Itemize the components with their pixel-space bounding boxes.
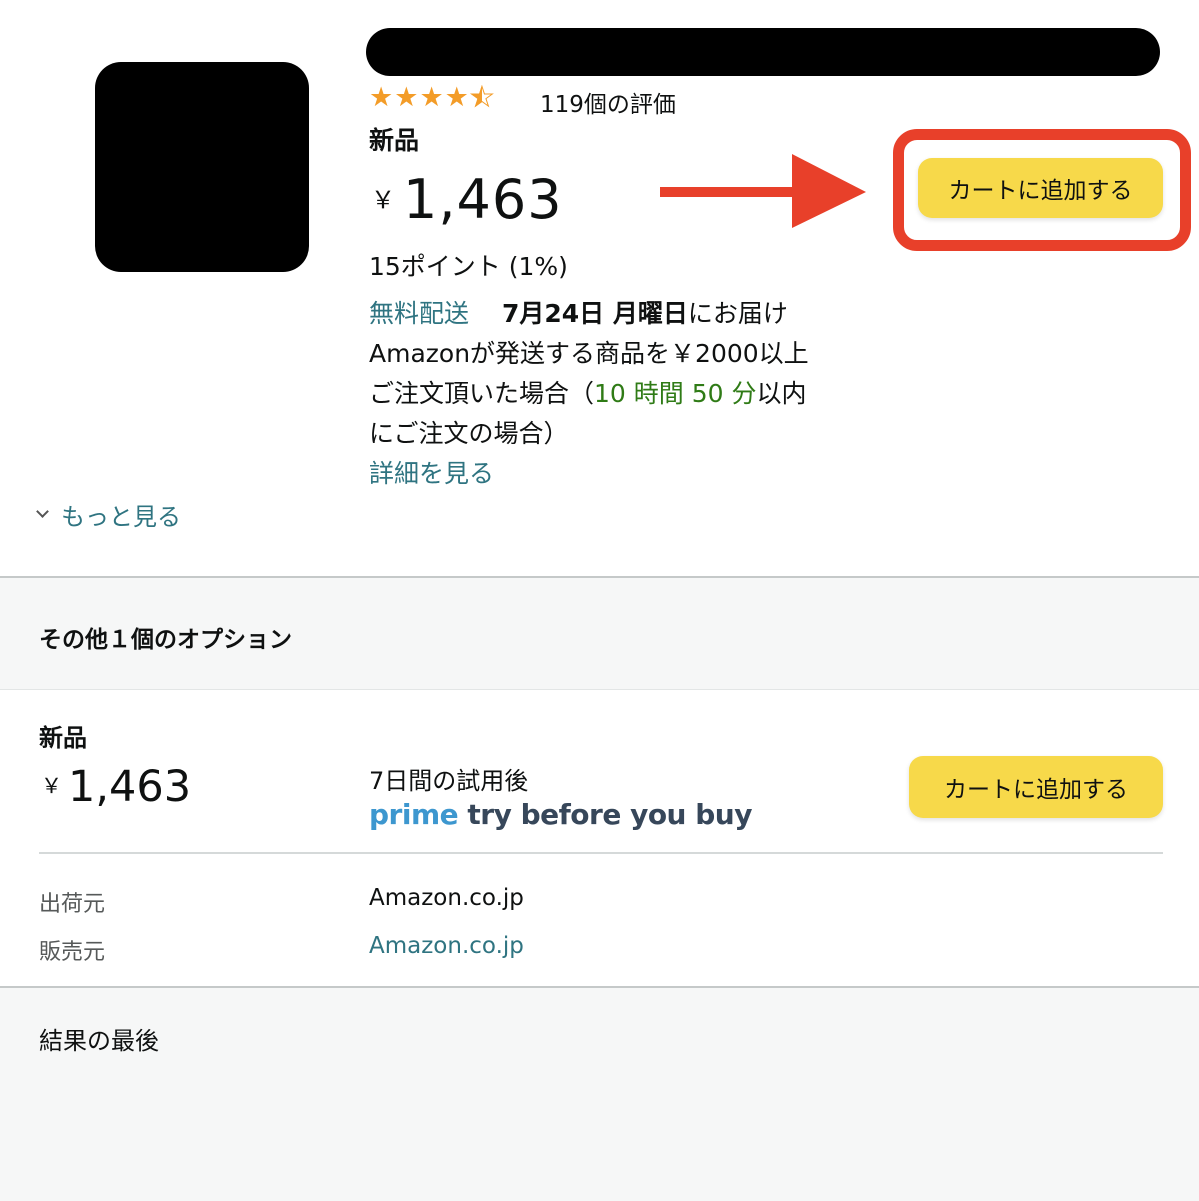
arrow-head	[792, 154, 866, 228]
show-more-link[interactable]: もっと見る	[36, 497, 181, 532]
currency-symbol: ￥	[371, 186, 395, 214]
rating-count[interactable]: 119個の評価	[540, 85, 676, 119]
ships-from-value: Amazon.co.jp	[369, 885, 524, 911]
delivery-date: 7月24日 月曜日	[501, 299, 688, 328]
chevron-down-icon	[36, 505, 49, 518]
star-rating[interactable]: ★ ★ ★ ★ ★	[369, 82, 495, 113]
prime-word: prime	[369, 798, 459, 831]
arrow-shaft	[660, 187, 800, 197]
details-link[interactable]: 詳細を見る	[369, 459, 494, 488]
star-icon: ★	[394, 82, 419, 113]
offer-add-to-cart-button[interactable]: カートに追加する	[909, 756, 1163, 818]
offer-condition-label: 新品	[39, 724, 87, 752]
price: ￥ 1,463	[371, 168, 563, 232]
results-footer	[0, 988, 1199, 1201]
star-icon: ★	[369, 82, 394, 113]
prime-tagline: try before you buy	[467, 798, 752, 831]
half-star-icon: ★	[469, 82, 495, 113]
sold-by-label: 販売元	[39, 940, 106, 965]
offer-divider	[39, 852, 1163, 854]
offer-price-amount: 1,463	[68, 762, 192, 812]
order-countdown: 10 時間 50 分	[594, 379, 757, 408]
show-more-label: もっと見る	[61, 503, 181, 531]
points-label: 15ポイント (1%)	[369, 252, 568, 281]
condition-label: 新品	[369, 126, 420, 155]
product-title-redacted	[366, 28, 1160, 76]
star-icon: ★	[444, 82, 469, 113]
offer-price: ￥ 1,463	[41, 762, 191, 812]
other-options-title: その他１個のオプション	[39, 627, 292, 653]
annotation-arrow-icon	[660, 154, 866, 228]
free-shipping-label: 無料配送	[369, 299, 470, 328]
delivery-info: 無料配送 7月24日 月曜日にお届け Amazonが発送する商品を￥2000以上…	[369, 294, 814, 494]
add-to-cart-button[interactable]: カートに追加する	[918, 158, 1163, 218]
trial-period-label: 7日間の試用後	[369, 767, 529, 795]
currency-symbol: ￥	[41, 774, 62, 798]
ships-from-label: 出荷元	[39, 892, 106, 917]
product-image-redacted[interactable]	[95, 62, 309, 272]
price-amount: 1,463	[403, 168, 563, 231]
prime-try-before-you-buy-logo: prime try before you buy	[369, 798, 752, 831]
star-icon: ★	[419, 82, 444, 113]
end-of-results-text: 結果の最後	[39, 1027, 159, 1055]
sold-by-link[interactable]: Amazon.co.jp	[369, 933, 524, 959]
